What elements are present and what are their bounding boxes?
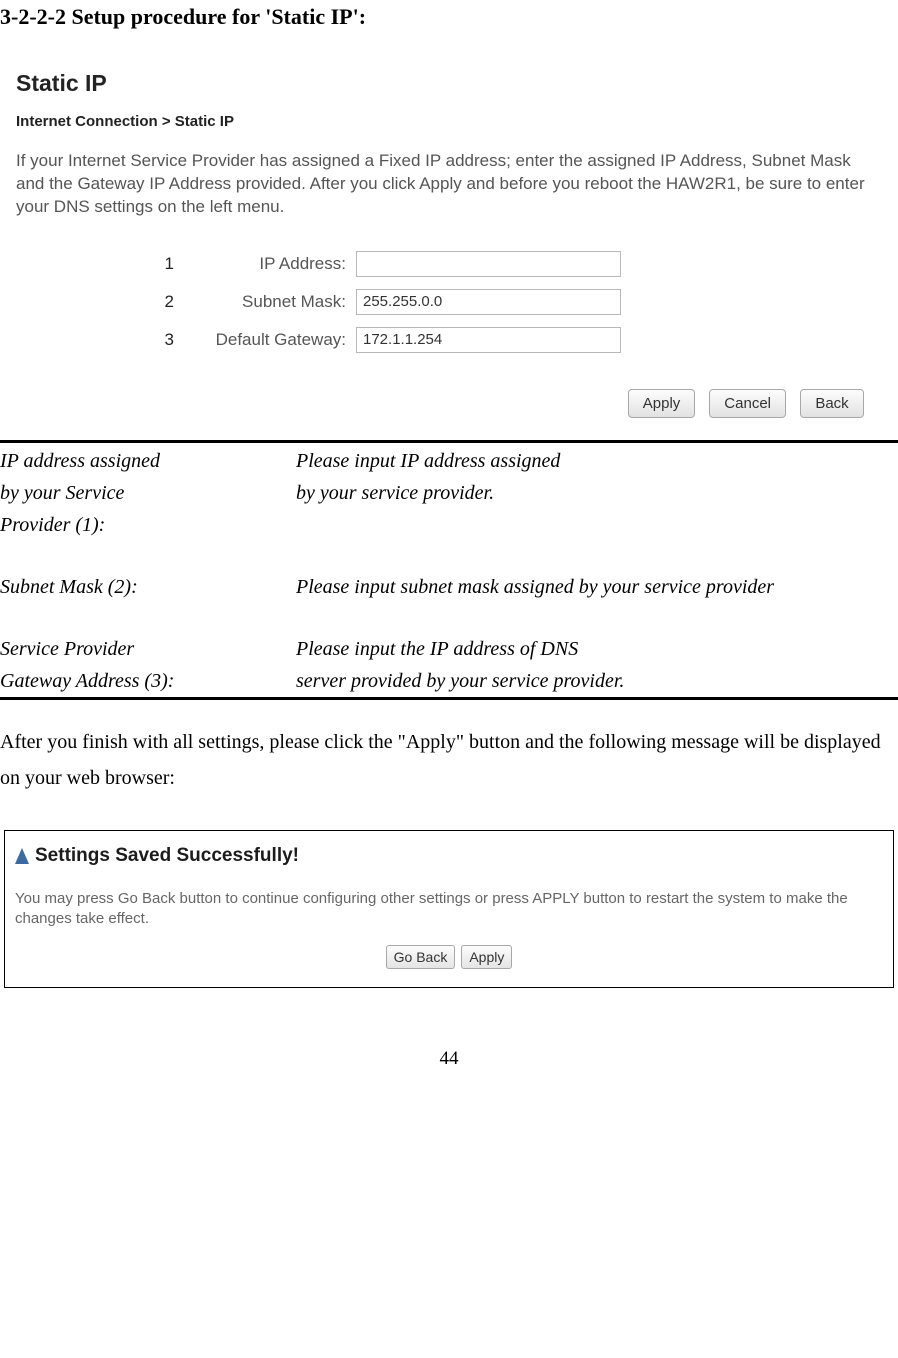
row-number: 2 [156, 292, 174, 312]
form-row-subnet-mask: 2 Subnet Mask: [156, 285, 882, 319]
saved-title-text: Settings Saved Successfully! [35, 845, 299, 867]
desc-term: Gateway Address (3): [0, 665, 296, 697]
form-row-default-gateway: 3 Default Gateway: [156, 323, 882, 357]
row-number: 3 [156, 330, 174, 350]
panel-description: If your Internet Service Provider has as… [16, 150, 882, 219]
back-button[interactable]: Back [800, 389, 864, 418]
desc-term: IP address assigned [0, 445, 296, 477]
triangle-icon [15, 848, 29, 864]
static-ip-screenshot: Static IP Internet Connection > Static I… [6, 60, 892, 428]
form-row-ip-address: 1 IP Address: [156, 247, 882, 281]
cancel-button[interactable]: Cancel [709, 389, 786, 418]
row-number: 1 [156, 254, 174, 274]
field-description-table: IP address assigned Please input IP addr… [0, 440, 898, 700]
desc-term: Service Provider [0, 633, 296, 665]
button-row: Apply Cancel Back [16, 389, 882, 418]
desc-definition: by your service provider. [296, 477, 898, 509]
default-gateway-label: Default Gateway: [176, 330, 356, 350]
desc-definition: Please input subnet mask assigned by you… [296, 571, 898, 603]
breadcrumb-current: Static IP [171, 113, 234, 130]
subnet-mask-label: Subnet Mask: [176, 292, 356, 312]
apply-button[interactable]: Apply [628, 389, 696, 418]
ip-address-label: IP Address: [176, 254, 356, 274]
ip-address-input[interactable] [356, 251, 621, 277]
saved-title: Settings Saved Successfully! [15, 845, 883, 867]
apply-button[interactable]: Apply [461, 945, 512, 969]
saved-description: You may press Go Back button to continue… [15, 889, 883, 930]
breadcrumb: Internet Connection > Static IP [16, 113, 882, 130]
static-ip-form: 1 IP Address: 2 Subnet Mask: 3 Default G… [156, 247, 882, 357]
settings-saved-screenshot: Settings Saved Successfully! You may pre… [4, 830, 894, 989]
desc-definition: Please input IP address assigned [296, 445, 898, 477]
instruction-paragraph: After you finish with all settings, plea… [0, 724, 898, 796]
desc-definition: server provided by your service provider… [296, 665, 898, 697]
panel-title: Static IP [16, 70, 882, 97]
saved-button-row: Go Back Apply [15, 945, 883, 969]
desc-definition: Please input the IP address of DNS [296, 633, 898, 665]
desc-term: by your Service [0, 477, 296, 509]
desc-term: Subnet Mask (2): [0, 571, 296, 603]
page-number: 44 [0, 1048, 898, 1070]
go-back-button[interactable]: Go Back [386, 945, 456, 969]
subnet-mask-input[interactable] [356, 289, 621, 315]
desc-term: Provider (1): [0, 509, 296, 541]
default-gateway-input[interactable] [356, 327, 621, 353]
section-heading: 3-2-2-2 Setup procedure for 'Static IP': [0, 0, 898, 30]
breadcrumb-parent: Internet Connection > [16, 113, 171, 130]
